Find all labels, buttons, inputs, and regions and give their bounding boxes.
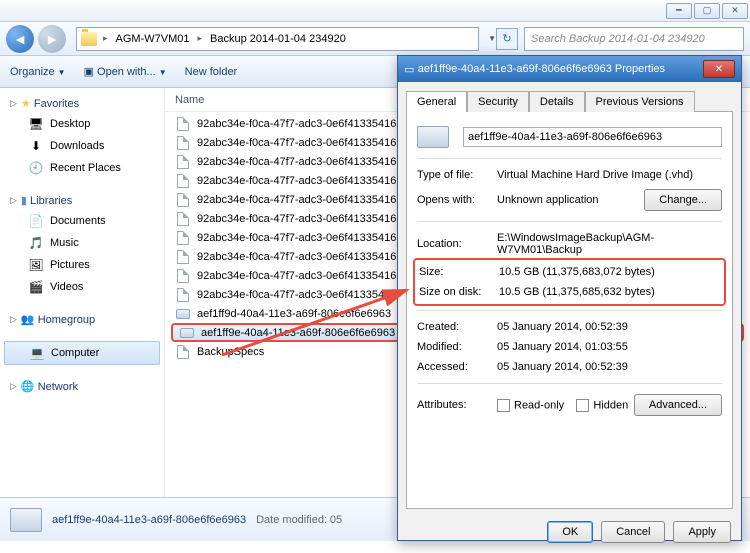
- tab-security[interactable]: Security: [467, 91, 529, 112]
- file-icon: [175, 268, 191, 284]
- file-icon: [175, 230, 191, 246]
- file-name: 92abc34e-f0ca-47f7-adc3-0e6f41335416: [197, 232, 396, 244]
- sidebar-favorites[interactable]: ▷★ Favorites: [0, 94, 164, 113]
- minimize-button[interactable]: ━: [666, 3, 692, 19]
- maximize-button[interactable]: ▢: [694, 3, 720, 19]
- sidebar-computer[interactable]: 💻Computer: [4, 341, 160, 365]
- file-name: 92abc34e-f0ca-47f7-adc3-0e6f41335416: [197, 289, 396, 301]
- dialog-title: aef1ff9e-40a4-11e3-a69f-806e6f6e6963 Pro…: [418, 63, 665, 75]
- close-button[interactable]: ✕: [722, 3, 748, 19]
- file-icon: [175, 135, 191, 151]
- search-input[interactable]: Search Backup 2014-01-04 234920: [524, 27, 744, 51]
- file-name: 92abc34e-f0ca-47f7-adc3-0e6f41335416: [197, 194, 396, 206]
- disk-icon: [179, 325, 195, 341]
- size-on-disk-label: Size on disk:: [419, 286, 499, 298]
- file-icon: [175, 154, 191, 170]
- disk-icon: [417, 126, 449, 148]
- cancel-button[interactable]: Cancel: [601, 521, 665, 543]
- breadcrumb-seg[interactable]: Backup 2014-01-04 234920: [202, 33, 354, 45]
- file-name: 92abc34e-f0ca-47f7-adc3-0e6f41335416: [197, 251, 396, 263]
- file-name: BackupSpecs: [197, 346, 264, 358]
- sidebar-network[interactable]: ▷🌐 Network: [0, 377, 164, 396]
- hidden-checkbox[interactable]: [576, 399, 589, 412]
- forward-button[interactable]: ►: [38, 25, 66, 53]
- created-label: Created:: [417, 321, 497, 333]
- advanced-button[interactable]: Advanced...: [634, 394, 722, 416]
- organize-menu[interactable]: Organize▼: [10, 66, 66, 78]
- opens-with-label: Opens with:: [417, 194, 497, 206]
- change-button[interactable]: Change...: [644, 189, 722, 211]
- size-label: Size:: [419, 266, 499, 278]
- sidebar-item-videos[interactable]: 🎬Videos: [0, 276, 164, 298]
- size-highlight: Size:10.5 GB (11,375,683,072 bytes) Size…: [413, 258, 726, 306]
- status-filename: aef1ff9e-40a4-11e3-a69f-806e6f6e6963: [52, 514, 246, 526]
- sidebar-item-desktop[interactable]: 🖥Desktop: [0, 113, 164, 135]
- location-label: Location:: [417, 238, 497, 250]
- file-name: 92abc34e-f0ca-47f7-adc3-0e6f41335416: [197, 213, 396, 225]
- ok-button[interactable]: OK: [547, 521, 593, 543]
- size-value: 10.5 GB (11,375,683,072 bytes): [499, 266, 720, 278]
- filename-input[interactable]: [463, 127, 722, 147]
- new-folder-button[interactable]: New folder: [185, 66, 238, 78]
- tab-details[interactable]: Details: [529, 91, 585, 112]
- sidebar-item-downloads[interactable]: ⬇Downloads: [0, 135, 164, 157]
- accessed-value: 05 January 2014, 00:52:39: [497, 361, 722, 373]
- size-on-disk-value: 10.5 GB (11,375,685,632 bytes): [499, 286, 720, 298]
- file-name: 92abc34e-f0ca-47f7-adc3-0e6f41335416: [197, 137, 396, 149]
- sidebar-homegroup[interactable]: ▷👥 Homegroup: [0, 310, 164, 329]
- file-icon: [175, 287, 191, 303]
- refresh-button[interactable]: ↻: [496, 28, 518, 50]
- sidebar-item-pictures[interactable]: 🖼Pictures: [0, 254, 164, 276]
- file-icon: [175, 192, 191, 208]
- sidebar-item-recent[interactable]: 🕘Recent Places: [0, 157, 164, 179]
- sidebar-libraries[interactable]: ▷▮ Libraries: [0, 191, 164, 210]
- sidebar-item-music[interactable]: 🎵Music: [0, 232, 164, 254]
- modified-label: Modified:: [417, 341, 497, 353]
- file-icon: [175, 173, 191, 189]
- navbar: ◄ ► ▸ AGM-W7VM01 ▸ Backup 2014-01-04 234…: [0, 22, 750, 56]
- breadcrumb-seg[interactable]: AGM-W7VM01: [108, 33, 198, 45]
- modified-value: 05 January 2014, 01:03:55: [497, 341, 722, 353]
- tab-strip: General Security Details Previous Versio…: [398, 82, 741, 111]
- disk-icon: [10, 508, 42, 532]
- hidden-label: Hidden: [593, 399, 628, 411]
- dialog-titlebar: ▭ aef1ff9e-40a4-11e3-a69f-806e6f6e6963 P…: [398, 56, 741, 82]
- created-value: 05 January 2014, 00:52:39: [497, 321, 722, 333]
- file-name: 92abc34e-f0ca-47f7-adc3-0e6f41335416: [197, 118, 396, 130]
- apply-button[interactable]: Apply: [673, 521, 731, 543]
- file-icon: [175, 211, 191, 227]
- file-name: 92abc34e-f0ca-47f7-adc3-0e6f41335416: [197, 156, 396, 168]
- readonly-label: Read-only: [514, 399, 564, 411]
- chevron-down-icon[interactable]: ▼: [488, 34, 496, 43]
- close-button[interactable]: ✕: [703, 60, 735, 78]
- type-value: Virtual Machine Hard Drive Image (.vhd): [497, 169, 722, 181]
- tab-general[interactable]: General: [406, 91, 467, 112]
- properties-dialog: ▭ aef1ff9e-40a4-11e3-a69f-806e6f6e6963 P…: [397, 55, 742, 541]
- back-button[interactable]: ◄: [6, 25, 34, 53]
- location-value: E:\WindowsImageBackup\AGM-W7VM01\Backup: [497, 232, 722, 256]
- disk-icon: [175, 306, 191, 322]
- address-bar[interactable]: ▸ AGM-W7VM01 ▸ Backup 2014-01-04 234920: [76, 27, 479, 51]
- file-icon: [175, 116, 191, 132]
- file-icon: [175, 344, 191, 360]
- file-name: 92abc34e-f0ca-47f7-adc3-0e6f41335416: [197, 175, 396, 187]
- file-name: aef1ff9e-40a4-11e3-a69f-806e6f6e6963: [201, 327, 395, 339]
- attributes-label: Attributes:: [417, 399, 497, 411]
- sidebar-item-documents[interactable]: 📄Documents: [0, 210, 164, 232]
- opens-with-value: Unknown application: [497, 194, 644, 206]
- dialog-buttons: OK Cancel Apply: [398, 517, 741, 553]
- file-name: aef1ff9d-40a4-11e3-a69f-806e6f6e6963: [197, 308, 391, 320]
- accessed-label: Accessed:: [417, 361, 497, 373]
- file-icon: [175, 249, 191, 265]
- readonly-checkbox[interactable]: [497, 399, 510, 412]
- type-label: Type of file:: [417, 169, 497, 181]
- file-name: 92abc34e-f0ca-47f7-adc3-0e6f41335416: [197, 270, 396, 282]
- tab-previous-versions[interactable]: Previous Versions: [585, 91, 695, 112]
- tab-pane-general: Type of file:Virtual Machine Hard Drive …: [406, 111, 733, 509]
- folder-icon: [81, 32, 97, 46]
- open-with-menu[interactable]: ▣ Open with...▼: [84, 65, 167, 78]
- sidebar: ▷★ Favorites 🖥Desktop ⬇Downloads 🕘Recent…: [0, 88, 165, 497]
- disk-icon: ▭: [404, 63, 414, 76]
- titlebar: ━ ▢ ✕: [0, 0, 750, 22]
